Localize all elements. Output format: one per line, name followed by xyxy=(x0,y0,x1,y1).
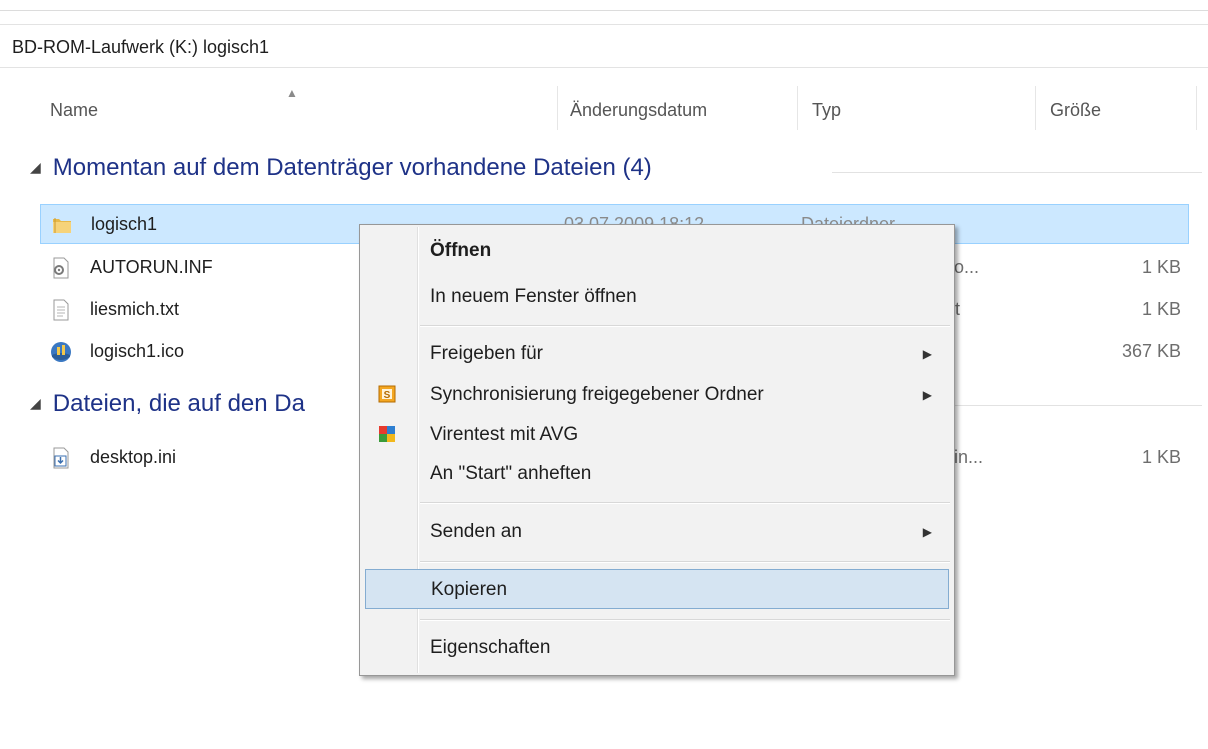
menu-label: Virentest mit AVG xyxy=(430,424,579,445)
menu-item-copy[interactable]: Kopieren xyxy=(365,569,949,609)
file-size: 1 KB xyxy=(1141,257,1181,277)
menu-item-virus-scan-avg[interactable]: Virentest mit AVG xyxy=(362,415,952,455)
menu-separator xyxy=(420,619,950,621)
menu-label: Kopieren xyxy=(431,579,508,600)
column-divider[interactable] xyxy=(1035,86,1036,130)
menu-label: Synchronisierung freigegebener Ordner xyxy=(430,384,764,405)
submenu-arrow-icon: ▶ xyxy=(922,388,932,402)
group-label: Dateien, die auf den Da xyxy=(52,390,305,417)
column-divider[interactable] xyxy=(797,86,798,130)
collapse-triangle-icon[interactable]: ◢ xyxy=(30,159,41,175)
file-type: t xyxy=(955,299,961,319)
folder-icon xyxy=(53,218,71,233)
group-label: Momentan auf dem Datenträger vorhandene … xyxy=(52,154,652,181)
menu-label: Senden an xyxy=(430,521,522,542)
image-icon xyxy=(51,342,71,362)
menu-item-sync-shared-folder[interactable]: S Synchronisierung freigegebener Ordner … xyxy=(362,375,952,415)
menu-item-open-new-window[interactable]: In neuem Fenster öffnen xyxy=(362,277,952,317)
window-top-edge xyxy=(0,0,1208,11)
menu-label: Eigenschaften xyxy=(430,637,551,658)
file-name: logisch1 xyxy=(91,214,158,234)
file-name: desktop.ini xyxy=(90,447,177,467)
menu-item-pin-to-start[interactable]: An "Start" anheften xyxy=(362,454,952,494)
collapse-triangle-icon[interactable]: ◢ xyxy=(30,395,41,411)
column-header-name[interactable]: Name xyxy=(50,100,98,121)
menu-label: Öffnen xyxy=(430,240,492,261)
menu-separator xyxy=(420,502,950,504)
text-file-icon xyxy=(53,299,69,321)
context-menu: Öffnen In neuem Fenster öffnen Freigeben… xyxy=(359,224,955,676)
avg-antivirus-icon xyxy=(379,426,395,442)
file-name: liesmich.txt xyxy=(90,299,180,319)
menu-label: An "Start" anheften xyxy=(430,463,592,484)
submenu-arrow-icon: ▶ xyxy=(922,347,932,361)
column-header-type[interactable]: Typ xyxy=(812,100,841,121)
menu-item-properties[interactable]: Eigenschaften xyxy=(362,628,952,668)
menu-separator xyxy=(420,561,950,563)
file-name: AUTORUN.INF xyxy=(90,257,213,277)
file-name: logisch1.ico xyxy=(90,341,185,361)
sync-s-icon: S xyxy=(378,385,396,403)
column-header-date[interactable]: Änderungsdatum xyxy=(570,100,707,121)
svg-text:S: S xyxy=(384,390,391,401)
menu-item-send-to[interactable]: Senden an ▶ xyxy=(362,512,952,552)
column-header-size[interactable]: Größe xyxy=(1050,100,1101,121)
pending-file-icon xyxy=(53,447,69,469)
group-header-files-to-burn[interactable]: ◢ Dateien, die auf den Da xyxy=(30,390,305,418)
menu-item-open[interactable]: Öffnen xyxy=(362,231,952,271)
menu-separator xyxy=(420,325,950,327)
settings-file-icon xyxy=(53,257,69,279)
file-size: 1 KB xyxy=(1141,447,1181,467)
submenu-arrow-icon: ▶ xyxy=(922,525,932,539)
column-divider[interactable] xyxy=(557,86,558,130)
group-header-current-files[interactable]: ◢ Momentan auf dem Datenträger vorhandene… xyxy=(30,154,652,182)
address-path: BD-ROM-Laufwerk (K:) logisch1 xyxy=(12,37,270,57)
column-divider[interactable] xyxy=(1196,86,1197,130)
menu-item-share-with[interactable]: Freigeben für ▶ xyxy=(362,334,952,374)
menu-label: Freigeben für xyxy=(430,343,544,364)
menu-label: In neuem Fenster öffnen xyxy=(430,286,637,307)
address-bar[interactable]: BD-ROM-Laufwerk (K:) logisch1 xyxy=(0,24,1208,68)
group-divider xyxy=(832,172,1202,173)
file-size: 1 KB xyxy=(1141,299,1181,319)
group-divider xyxy=(955,405,1202,406)
file-size: 367 KB xyxy=(1121,341,1181,361)
column-header-row: Name Änderungsdatum Typ Größe xyxy=(0,88,1208,132)
